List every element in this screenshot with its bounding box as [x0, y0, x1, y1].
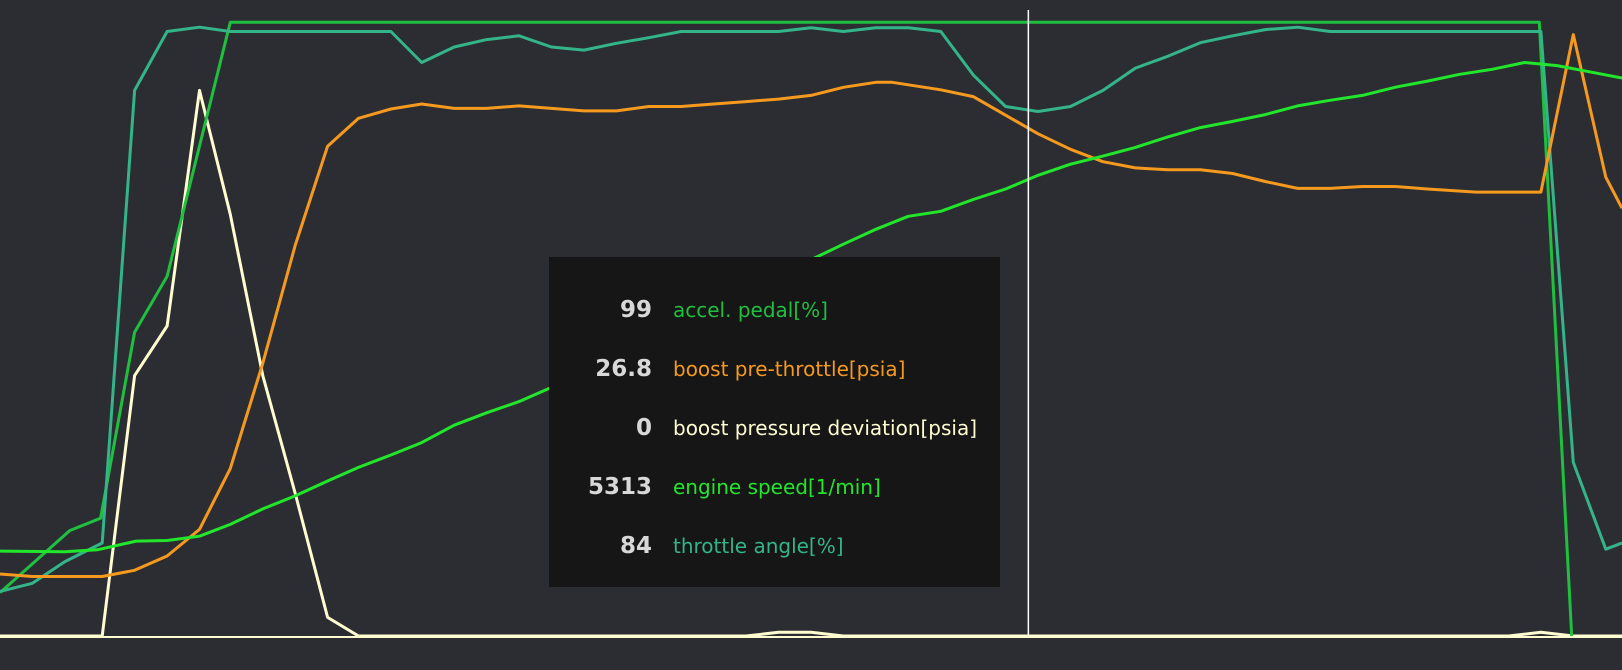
tooltip-row-boost-deviation: 0 boost pressure deviation[psia] [549, 398, 1000, 457]
tooltip-row-throttle-angle: 84 throttle angle[%] [549, 516, 1000, 575]
tooltip-label: boost pre-throttle[psia] [673, 356, 906, 381]
tooltip-row-accel-pedal: 99 accel. pedal[%] [549, 280, 1000, 339]
tooltip-value: 84 [619, 532, 652, 559]
tooltip-row-boost-pre-throttle: 26.8 boost pre-throttle[psia] [549, 339, 1000, 398]
tooltip-value: 0 [635, 414, 652, 441]
tooltip-label: accel. pedal[%] [673, 297, 828, 322]
tooltip-value: 5313 [587, 473, 652, 500]
value-tooltip: 99 accel. pedal[%] 26.8 boost pre-thrott… [549, 257, 1000, 587]
tooltip-label: boost pressure deviation[psia] [673, 415, 978, 440]
tooltip-value: 99 [619, 296, 652, 323]
tooltip-label: throttle angle[%] [673, 533, 844, 558]
tooltip-label: engine speed[1/min] [673, 474, 881, 499]
tooltip-value: 26.8 [595, 355, 652, 382]
tooltip-row-engine-speed: 5313 engine speed[1/min] [549, 457, 1000, 516]
